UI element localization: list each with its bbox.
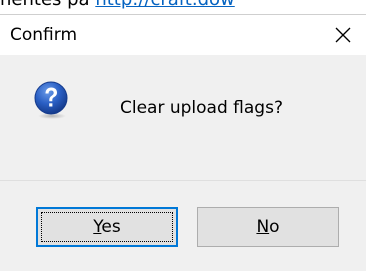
confirm-dialog: Confirm Clear upload flags? Yes No	[0, 14, 366, 271]
yes-button-label: Yes	[93, 216, 120, 238]
no-button-label: No	[256, 216, 279, 238]
background-text: nentes på	[0, 0, 90, 10]
page: nentes på http://craft.dow Confirm	[0, 0, 366, 271]
no-label-rest: o	[269, 217, 280, 237]
close-button[interactable]	[320, 15, 366, 55]
no-button[interactable]: No	[197, 207, 339, 247]
question-icon	[34, 81, 68, 119]
background-link[interactable]: http://craft.dow	[95, 0, 234, 10]
no-mnemonic: N	[256, 217, 270, 237]
title-bar[interactable]: Confirm	[0, 15, 366, 55]
dialog-title: Confirm	[10, 25, 78, 45]
close-icon	[335, 27, 351, 43]
yes-button[interactable]: Yes	[36, 207, 178, 247]
dialog-message: Clear upload flags?	[120, 98, 283, 118]
background-text-row: nentes på http://craft.dow	[0, 0, 366, 12]
yes-label-rest: es	[101, 217, 121, 237]
